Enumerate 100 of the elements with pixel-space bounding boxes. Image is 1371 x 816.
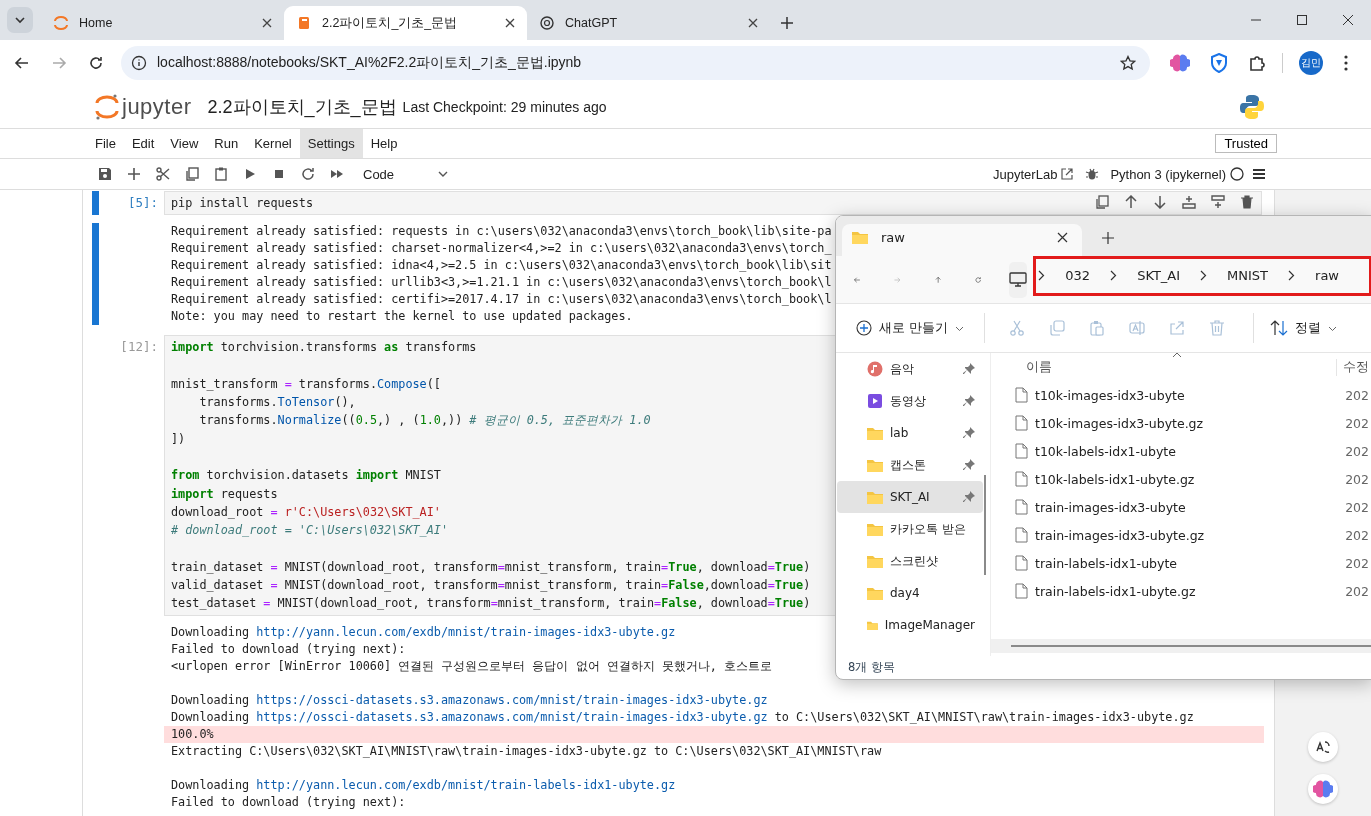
arrow-down-icon[interactable] (1153, 195, 1167, 209)
output-text: Requirement already satisfied: urllib3<3,>=1.21.1 in c:\users\032\anaconda3\envs\torch_book\l (171, 275, 832, 290)
assistant-button[interactable] (1308, 774, 1338, 804)
breadcrumb-item[interactable]: SKT_AI (1137, 268, 1181, 283)
video-icon (867, 393, 883, 409)
arrow-up-icon[interactable] (1124, 195, 1138, 209)
computer-button[interactable] (1009, 261, 1028, 298)
duplicate-icon[interactable] (1095, 195, 1109, 209)
browser-tab[interactable]: Home (41, 6, 284, 40)
file-name[interactable]: t10k-labels-idx1-ubyte.gz (1035, 471, 1195, 487)
external-link-icon[interactable] (1061, 168, 1074, 180)
insert-below-icon[interactable] (1211, 195, 1225, 209)
close-icon[interactable] (1057, 231, 1068, 243)
restart-icon[interactable] (300, 167, 315, 181)
menu-item[interactable]: Kernel (246, 129, 300, 158)
file-icon (1015, 471, 1028, 487)
nav-item[interactable]: day4 (837, 577, 983, 609)
close-icon[interactable] (505, 18, 515, 28)
active-cell-bar[interactable] (92, 191, 99, 216)
nav-item[interactable]: 동영상 (837, 385, 983, 417)
output-link[interactable]: https://ossci-datasets.s3.amazonaws.com/mnist/train-images-idx3-ubyte.gz (256, 692, 768, 707)
save-icon[interactable] (97, 167, 112, 181)
breadcrumb-item[interactable]: MNIST (1227, 268, 1269, 283)
jupyterlab-link[interactable]: JupyterLab (993, 166, 1058, 182)
brain-icon[interactable] (1170, 53, 1190, 73)
menu-item[interactable]: Run (206, 129, 247, 158)
menu-item[interactable]: Settings (299, 129, 363, 158)
breadcrumb-item[interactable]: 032 (1065, 268, 1091, 283)
insert-above-icon[interactable] (1182, 195, 1196, 209)
puzzle-icon[interactable] (1248, 54, 1266, 72)
file-name[interactable]: train-images-idx3-ubyte (1035, 499, 1186, 515)
jupyter-logo-icon (53, 15, 69, 31)
code-editor[interactable]: pip install requests (164, 191, 1262, 216)
menu-icon[interactable] (1252, 167, 1266, 181)
folder-icon (867, 554, 883, 568)
column-header[interactable]: 이름 (1026, 358, 1052, 376)
file-name[interactable]: train-images-idx3-ubyte.gz (1035, 527, 1205, 543)
nav-item[interactable]: ImageManager (837, 609, 983, 641)
new-tab-icon[interactable] (1102, 232, 1114, 244)
trusted-button[interactable]: Trusted (1215, 134, 1277, 153)
sort-button[interactable]: 정렬 (1266, 319, 1341, 337)
nav-item[interactable]: lab (837, 417, 983, 449)
file-icon (1015, 443, 1028, 459)
close-icon[interactable] (1342, 14, 1354, 26)
nav-item[interactable]: 카카오톡 받은 (837, 513, 983, 545)
file-name[interactable]: t10k-images-idx3-ubyte.gz (1035, 415, 1204, 431)
reload-icon[interactable] (88, 55, 104, 71)
checkpoint-text: Last Checkpoint: 29 minutes ago (402, 99, 607, 115)
address-bar[interactable]: localhost:8888/notebooks/SKT_AI%2F2.2파이토치_기초_문법.ipynb (121, 46, 1150, 80)
maximize-icon[interactable] (1296, 14, 1308, 26)
menu-item[interactable]: View (162, 129, 207, 158)
output-text: Note: you may need to restart the kernel to use updated packages. (171, 309, 633, 324)
output-link[interactable]: http://yann.lecun.com/exdb/mnist/train-images-idx3-ubyte.gz (256, 624, 676, 639)
file-date: 202 (1345, 471, 1369, 487)
menu-item[interactable]: File (87, 129, 124, 158)
close-icon[interactable] (748, 18, 758, 28)
menu-item[interactable]: Help (362, 129, 406, 158)
notebook-title[interactable]: 2.2파이토치_기초_문법 (207, 95, 397, 119)
profile-avatar[interactable]: 김민 (1299, 51, 1323, 75)
nav-item[interactable]: 스크린샷 (837, 545, 983, 577)
delete-icon[interactable] (1240, 195, 1254, 209)
file-name[interactable]: train-labels-idx1-ubyte.gz (1035, 583, 1196, 599)
browser-tab[interactable]: 2.2파이토치_기초_문법 (284, 6, 527, 40)
code-line: pip install requests (171, 195, 314, 212)
output-text: to C:\Users\032\SKT_AI\MNIST\raw\train-images-idx3-ubyte.gz (773, 709, 1194, 724)
column-header[interactable]: 수정 (1336, 358, 1369, 376)
translate-button[interactable] (1308, 732, 1338, 762)
kernel-name[interactable]: Python 3 (ipykernel) (1110, 166, 1226, 182)
nav-item[interactable]: 음악 (837, 353, 983, 385)
fast-forward-icon[interactable] (329, 167, 344, 181)
tab-list-button[interactable] (7, 7, 33, 33)
cell-type-dropdown[interactable]: Code (363, 166, 449, 182)
star-icon[interactable] (1120, 55, 1136, 71)
back-icon[interactable] (14, 55, 30, 71)
nav-item[interactable]: SKT_AI (837, 481, 983, 513)
file-name[interactable]: train-labels-idx1-ubyte (1035, 555, 1177, 571)
file-name[interactable]: t10k-images-idx3-ubyte (1035, 387, 1185, 403)
code-line: valid_dataset = MNIST(download_root, transform=mnist_transform, train=False,download=True) (171, 577, 811, 595)
paste-icon[interactable] (213, 167, 228, 181)
folder-icon (867, 458, 883, 472)
more-icon[interactable] (1343, 54, 1349, 72)
explorer-tab[interactable]: raw (842, 224, 1082, 256)
scrollbar-thumb[interactable] (1011, 645, 1371, 647)
brain-icon (1313, 779, 1333, 799)
output-link[interactable]: https://ossci-datasets.s3.amazonaws.com/mnist/train-images-idx3-ubyte.gz (256, 709, 768, 724)
info-icon[interactable] (131, 55, 147, 71)
shield-icon[interactable] (1210, 53, 1228, 73)
menu-item[interactable]: Edit (123, 129, 163, 158)
add-icon[interactable] (126, 167, 141, 181)
bug-icon[interactable] (1084, 167, 1099, 181)
file-name[interactable]: t10k-labels-idx1-ubyte (1035, 443, 1176, 459)
new-tab-icon[interactable] (780, 16, 794, 30)
close-icon[interactable] (262, 18, 272, 28)
browser-tab[interactable]: ChatGPT (527, 6, 770, 40)
nav-item[interactable]: 캡스톤 (837, 449, 983, 481)
cut-icon[interactable] (155, 167, 170, 181)
output-link[interactable]: http://yann.lecun.com/exdb/mnist/train-labels-idx1-ubyte.gz (256, 777, 676, 792)
copy-icon[interactable] (184, 167, 199, 181)
breadcrumb-item[interactable]: raw (1315, 268, 1339, 283)
new-button[interactable]: 새로 만들기 (852, 319, 968, 337)
